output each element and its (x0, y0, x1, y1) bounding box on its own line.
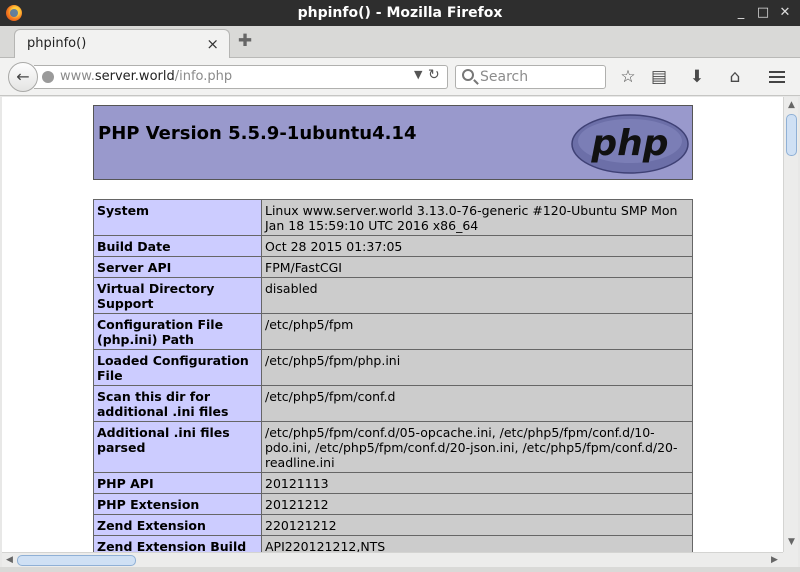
search-box[interactable] (455, 65, 606, 89)
row-value: Oct 28 2015 01:37:05 (261, 235, 693, 257)
new-tab-icon[interactable]: ✚ (236, 32, 254, 50)
page-content: PHP Version 5.5.9-1ubuntu4.14 php System… (2, 97, 783, 552)
window-titlebar: phpinfo() - Mozilla Firefox _ □ ✕ (0, 0, 800, 26)
row-value: /etc/php5/fpm (261, 313, 693, 350)
scrollbar-corner (783, 552, 798, 567)
maximize-icon[interactable]: □ (755, 5, 771, 21)
row-value: FPM/FastCGI (261, 256, 693, 278)
table-row: Zend Extension 220121212 (93, 514, 693, 536)
reading-list-icon[interactable]: ▤ (648, 67, 670, 87)
table-row: Additional .ini files parsed/etc/php5/fp… (93, 421, 693, 473)
downloads-icon[interactable]: ⬇ (686, 67, 708, 87)
minimize-icon[interactable]: _ (733, 5, 749, 21)
tab-close-icon[interactable]: × (206, 35, 219, 53)
tab-phpinfo[interactable]: phpinfo() × (14, 29, 230, 59)
php-logo-icon: php (571, 114, 689, 174)
row-key: Virtual Directory Support (93, 277, 262, 314)
url-bar[interactable]: www.server.world/info.php ▼ ↻ (34, 65, 448, 89)
url-host-prefix: www. (60, 69, 95, 84)
url-host: server.world (94, 69, 175, 84)
tab-label: phpinfo() (27, 36, 87, 51)
row-value: API220121212,NTS (261, 535, 693, 552)
table-row: System Linux www.server.world 3.13.0-76-g… (93, 199, 693, 236)
row-key: System (93, 199, 262, 236)
php-info-table: System Linux www.server.world 3.13.0-76-g… (93, 199, 693, 552)
table-row: PHP API 20121113 (93, 472, 693, 494)
row-value: 220121212 (261, 514, 693, 536)
search-icon (462, 69, 474, 81)
vertical-scrollbar[interactable]: ▲ ▼ (783, 97, 798, 552)
row-key: Server API (93, 256, 262, 278)
close-window-icon[interactable]: ✕ (777, 5, 793, 21)
row-value: disabled (261, 277, 693, 314)
home-icon[interactable]: ⌂ (724, 67, 746, 87)
url-text[interactable]: www.server.world/info.php (60, 69, 232, 84)
table-row: Virtual Directory Support disabled (93, 277, 693, 314)
row-key: Scan this dir for additional .ini files (93, 385, 262, 422)
row-value: /etc/php5/fpm/php.ini (261, 349, 693, 386)
table-row: Configuration File (php.ini) Path/etc/ph… (93, 313, 693, 350)
page-title: PHP Version 5.5.9-1ubuntu4.14 (98, 123, 417, 144)
table-row: Scan this dir for additional .ini files /… (93, 385, 693, 422)
search-input[interactable] (480, 68, 600, 86)
table-row: Zend Extension Build API220121212,NTS (93, 535, 693, 552)
hamburger-menu-icon[interactable] (764, 64, 790, 90)
row-key: Configuration File (php.ini) Path (93, 313, 262, 350)
bookmark-star-icon[interactable]: ☆ (617, 67, 639, 87)
horizontal-scrollbar[interactable]: ◀ ▶ (2, 552, 783, 567)
row-key: PHP Extension (93, 493, 262, 515)
window-bottom-frame (0, 567, 800, 572)
vertical-scroll-thumb[interactable] (786, 114, 797, 156)
table-row: Loaded Configuration File/etc/php5/fpm/p… (93, 349, 693, 386)
tab-strip: phpinfo() × ✚ (0, 26, 800, 59)
table-row: Server API FPM/FastCGI (93, 256, 693, 278)
scroll-down-icon[interactable]: ▼ (785, 536, 798, 549)
navigation-toolbar: www.server.world/info.php ▼ ↻ ← ☆ ▤ ⬇ ⌂ (0, 58, 800, 96)
horizontal-scroll-thumb[interactable] (17, 555, 136, 566)
row-key: Loaded Configuration File (93, 349, 262, 386)
back-arrow-icon: ← (16, 67, 30, 86)
php-logo-text: php (590, 123, 668, 164)
scroll-left-icon[interactable]: ◀ (3, 554, 16, 567)
row-value: /etc/php5/fpm/conf.d (261, 385, 693, 422)
site-identity-icon[interactable] (42, 71, 54, 83)
table-row: PHP Extension 20121212 (93, 493, 693, 515)
reload-icon[interactable]: ↻ (428, 67, 440, 83)
row-key: PHP API (93, 472, 262, 494)
row-key: Build Date (93, 235, 262, 257)
row-key: Additional .ini files parsed (93, 421, 262, 473)
row-value: /etc/php5/fpm/conf.d/05-opcache.ini, /et… (261, 421, 693, 473)
table-row: Build Date Oct 28 2015 01:37:05 (93, 235, 693, 257)
row-key: Zend Extension Build (93, 535, 262, 552)
scroll-up-icon[interactable]: ▲ (785, 99, 798, 112)
row-value: Linux www.server.world 3.13.0-76-generic… (261, 199, 693, 236)
php-version-header: PHP Version 5.5.9-1ubuntu4.14 php (93, 105, 693, 180)
row-value: 20121212 (261, 493, 693, 515)
window-title: phpinfo() - Mozilla Firefox (297, 5, 503, 21)
row-key: Zend Extension (93, 514, 262, 536)
url-path: /info.php (174, 69, 233, 84)
row-value: 20121113 (261, 472, 693, 494)
scroll-right-icon[interactable]: ▶ (768, 554, 781, 567)
url-history-dropdown-icon[interactable]: ▼ (414, 68, 422, 81)
back-button[interactable]: ← (8, 62, 38, 92)
